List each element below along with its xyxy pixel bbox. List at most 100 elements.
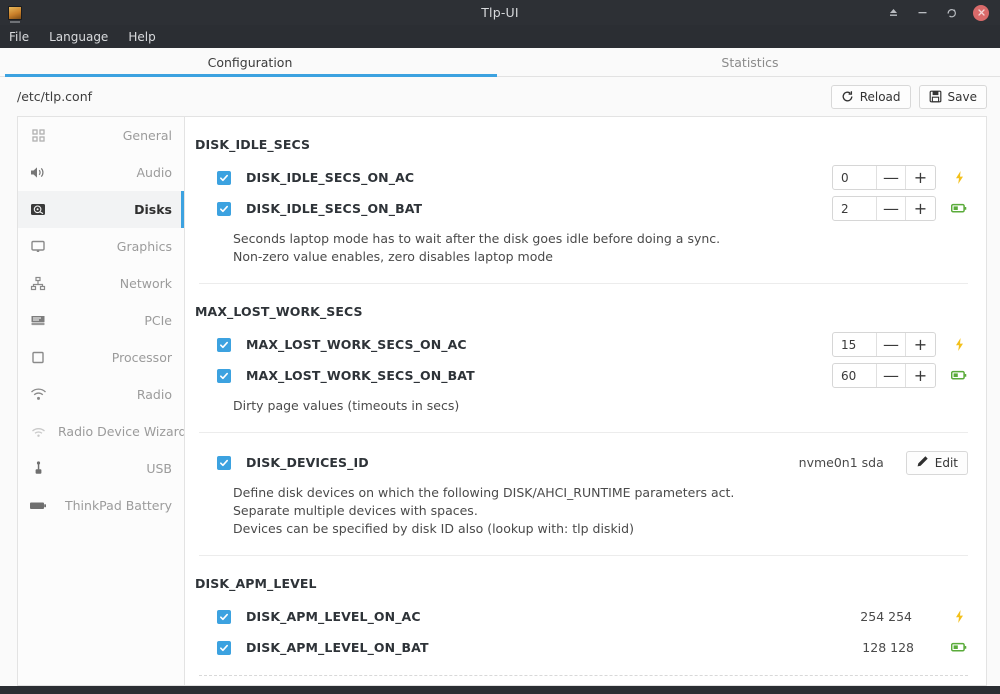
monitor-icon [28, 237, 48, 257]
setting-control: 2 — + [832, 196, 968, 221]
tab-configuration[interactable]: Configuration [0, 48, 500, 77]
sidebar-item-general[interactable]: General [18, 117, 184, 154]
window-controls [886, 0, 1000, 25]
section-description: Dirty page values (timeouts in secs) [195, 391, 968, 415]
spinner-decrement-button[interactable]: — [877, 166, 906, 189]
sidebar-item-usb[interactable]: USB [18, 450, 184, 487]
battery-power-icon [950, 203, 968, 214]
menu-item-language[interactable]: Language [49, 31, 108, 43]
sidebar-item-label: PCIe [144, 313, 172, 328]
checkbox-max-lost-work-secs-on-bat[interactable] [217, 368, 231, 383]
spinner-increment-button[interactable]: + [906, 166, 935, 189]
eject-icon[interactable] [886, 5, 901, 20]
config-file-path: /etc/tlp.conf [17, 89, 93, 104]
checkbox-disk-idle-secs-on-bat[interactable] [217, 201, 231, 216]
maximize-icon[interactable] [944, 5, 959, 20]
menu-item-file[interactable]: File [9, 31, 29, 43]
apm-level-value: 128 128 [862, 640, 914, 655]
setting-label: MAX_LOST_WORK_SECS_ON_AC [246, 337, 467, 352]
spinner-increment-button[interactable]: + [906, 197, 935, 220]
checkbox-max-lost-work-secs-on-ac[interactable] [217, 337, 231, 352]
spinner-decrement-button[interactable]: — [877, 197, 906, 220]
spinner-max-lost-work-secs-on-ac: 15 — + [832, 332, 936, 357]
checkbox-disk-idle-secs-on-ac[interactable] [217, 170, 231, 185]
spinner-max-lost-work-secs-on-bat: 60 — + [832, 363, 936, 388]
spinner-value[interactable]: 60 [833, 364, 877, 387]
setting-label: DISK_APM_LEVEL_ON_AC [246, 609, 421, 624]
checkbox-disk-devices-id[interactable] [217, 455, 231, 470]
disk-devices-value: nvme0n1 sda [798, 455, 884, 470]
tab-statistics[interactable]: Statistics [500, 48, 1000, 76]
setting-row-disk-apm-level-on-bat: DISK_APM_LEVEL_ON_BAT 128 128 [195, 632, 968, 663]
section-disk-apm-level: DISK_APM_LEVEL DISK_APM_LEVEL_ON_AC 254 … [195, 556, 968, 676]
section-disk-devices-id: DISK_DEVICES_ID nvme0n1 sda Edit Define … [195, 433, 968, 556]
speaker-icon [28, 163, 48, 183]
sidebar-item-disks[interactable]: Disks [18, 191, 184, 228]
window-title: Tlp-UI [481, 5, 519, 20]
apm-level-value: 254 254 [860, 609, 912, 624]
save-button-label: Save [947, 89, 977, 104]
section-title: DISK_APM_LEVEL [195, 576, 317, 591]
sidebar-item-label: Network [119, 276, 172, 291]
setting-label: DISK_IDLE_SECS_ON_AC [246, 170, 415, 185]
save-button[interactable]: Save [918, 84, 987, 109]
checkbox-disk-apm-level-on-ac[interactable] [217, 609, 231, 624]
description-line: Dirty page values (timeouts in secs) [233, 398, 460, 413]
title-bar: Tlp-UI [0, 0, 1000, 25]
sidebar-item-network[interactable]: Network [18, 265, 184, 302]
edit-button-label: Edit [934, 455, 958, 470]
sidebar: General Audio Disks Graphics Network PCI… [17, 116, 185, 686]
spinner-increment-button[interactable]: + [906, 364, 935, 387]
spinner-increment-button[interactable]: + [906, 333, 935, 356]
grid-icon [28, 126, 48, 146]
setting-control: 0 — + [832, 165, 968, 190]
radio-wizard-icon [28, 422, 48, 442]
pencil-icon [916, 455, 929, 471]
setting-control: 15 — + [832, 332, 968, 357]
ac-power-icon [950, 337, 968, 352]
sidebar-item-label: Radio Device Wizard [58, 424, 185, 439]
reload-button[interactable]: Reload [830, 84, 911, 109]
setting-row-disk-idle-secs-on-ac: DISK_IDLE_SECS_ON_AC 0 — + [195, 162, 968, 193]
settings-panel: DISK_IDLE_SECS DISK_IDLE_SECS_ON_AC 0 — … [185, 116, 987, 686]
edit-button[interactable]: Edit [905, 450, 968, 475]
setting-label: DISK_IDLE_SECS_ON_BAT [246, 201, 423, 216]
spinner-decrement-button[interactable]: — [877, 333, 906, 356]
section-disk-idle-secs: DISK_IDLE_SECS DISK_IDLE_SECS_ON_AC 0 — … [195, 117, 968, 284]
section-divider [199, 675, 968, 676]
setting-control: nvme0n1 sda Edit [798, 450, 968, 475]
sidebar-item-label: Audio [136, 165, 172, 180]
sidebar-item-graphics[interactable]: Graphics [18, 228, 184, 265]
spinner-value[interactable]: 0 [833, 166, 877, 189]
sidebar-item-thinkpad-battery[interactable]: ThinkPad Battery [18, 487, 184, 524]
sidebar-item-label: USB [146, 461, 172, 476]
app-window: Tlp-UI File Language Help Configuration … [0, 0, 1000, 694]
app-icon [8, 5, 22, 23]
ac-power-icon [950, 609, 968, 624]
spinner-value[interactable]: 15 [833, 333, 877, 356]
checkbox-disk-apm-level-on-bat[interactable] [217, 640, 231, 655]
setting-label: MAX_LOST_WORK_SECS_ON_BAT [246, 368, 475, 383]
spinner-decrement-button[interactable]: — [877, 364, 906, 387]
sidebar-item-radio[interactable]: Radio [18, 376, 184, 413]
description-line: Devices can be specified by disk ID also… [233, 521, 634, 536]
network-icon [28, 274, 48, 294]
spinner-value[interactable]: 2 [833, 197, 877, 220]
sidebar-item-processor[interactable]: Processor [18, 339, 184, 376]
menu-item-help[interactable]: Help [128, 31, 155, 43]
setting-row-max-lost-work-secs-on-ac: MAX_LOST_WORK_SECS_ON_AC 15 — + [195, 329, 968, 360]
spinner-disk-idle-secs-on-bat: 2 — + [832, 196, 936, 221]
sidebar-item-pcie[interactable]: PCIe [18, 302, 184, 339]
save-disk-icon [929, 90, 942, 103]
sidebar-item-radio-device-wizard[interactable]: Radio Device Wizard [18, 413, 184, 450]
path-bar: /etc/tlp.conf Reload Save [0, 77, 1000, 116]
close-icon[interactable] [973, 4, 989, 21]
section-description: Seconds laptop mode has to wait after th… [195, 224, 968, 266]
setting-label: DISK_DEVICES_ID [246, 455, 369, 470]
wifi-icon [28, 385, 48, 405]
setting-control: 128 128 [862, 640, 968, 655]
sidebar-item-audio[interactable]: Audio [18, 154, 184, 191]
minimize-icon[interactable] [915, 5, 930, 20]
section-description: Define disk devices on which the followi… [195, 478, 968, 538]
sidebar-item-label: Processor [111, 350, 172, 365]
